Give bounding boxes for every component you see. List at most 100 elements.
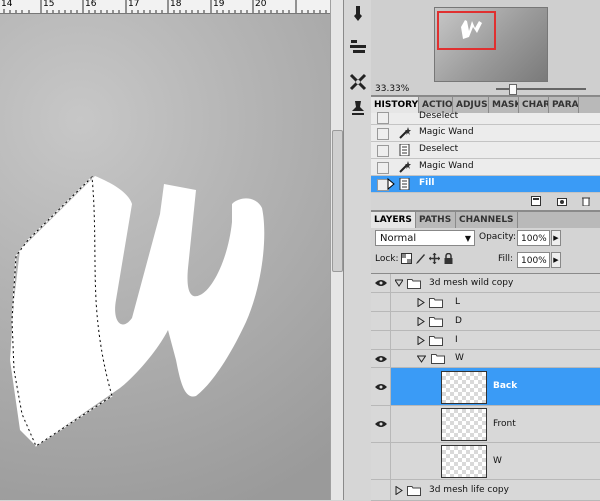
visibility-toggle[interactable] [371, 480, 391, 500]
folder-icon [429, 297, 443, 311]
folder-icon [429, 316, 443, 330]
right-panels: 33.33% HISTORY ACTIO ADJUS MASK CHAR PAR… [371, 0, 600, 501]
expand-triangle-right-icon[interactable] [395, 485, 403, 498]
navigator-panel: 33.33% [371, 0, 600, 96]
history-item-label: Deselect [419, 144, 459, 154]
history-source-checkbox[interactable] [377, 145, 389, 157]
layer-thumbnail [441, 408, 487, 441]
scrollbar-thumb[interactable] [332, 130, 343, 272]
history-state-pointer-icon [387, 177, 395, 191]
zoom-slider-knob[interactable] [509, 84, 517, 95]
layer-group-row[interactable]: 3d mesh life copy [371, 480, 600, 501]
layer-group-row[interactable]: D [371, 312, 600, 331]
folder-icon [407, 485, 421, 499]
layer-thumbnail [441, 445, 487, 478]
history-item-label: Magic Wand [419, 161, 474, 171]
layer-name: L [455, 297, 461, 307]
canvas-artwork [10, 175, 265, 447]
trash-icon[interactable] [581, 196, 591, 207]
chevron-down-icon: ▼ [464, 234, 471, 243]
visibility-toggle[interactable] [371, 331, 391, 349]
layer-name: 3d mesh life copy [429, 485, 509, 495]
tab-layers[interactable]: LAYERS [371, 212, 416, 228]
expand-triangle-down-icon[interactable] [416, 355, 427, 366]
blend-mode-value: Normal [380, 233, 417, 244]
layer-name: 3d mesh wild copy [429, 278, 514, 288]
ruler-label: 16 [85, 0, 97, 9]
document-canvas[interactable]: 14 15 16 17 18 19 20 [0, 0, 330, 500]
history-source-checkbox[interactable] [377, 128, 389, 140]
visibility-toggle[interactable] [371, 443, 391, 479]
layers-tabstrip: LAYERS PATHS CHANNELS [371, 211, 600, 229]
snapshot-camera-icon[interactable] [557, 196, 567, 206]
layer-group-row[interactable]: W [371, 350, 600, 368]
brush-preset-icon[interactable] [348, 4, 368, 24]
eye-icon[interactable] [371, 368, 391, 405]
fill-slider-arrow-icon[interactable]: ▶ [551, 252, 561, 268]
blend-mode-select[interactable]: Normal ▼ [375, 230, 475, 246]
navigator-thumbnail[interactable] [434, 7, 548, 82]
layer-row[interactable]: Front [371, 406, 600, 443]
ruler-label: 15 [43, 0, 55, 9]
new-document-from-state-icon[interactable] [531, 196, 541, 206]
eye-icon[interactable] [371, 406, 391, 442]
tab-paths[interactable]: PATHS [416, 212, 456, 228]
expand-triangle-right-icon[interactable] [417, 297, 425, 310]
opacity-field[interactable]: 100% [517, 230, 550, 246]
opacity-slider-arrow-icon[interactable]: ▶ [551, 230, 561, 246]
layer-row-selected[interactable]: Back [371, 368, 600, 406]
layer-name: D [455, 316, 462, 326]
layer-group-row[interactable]: 3d mesh wild copy [371, 274, 600, 293]
visibility-toggle[interactable] [371, 293, 391, 311]
layer-row[interactable]: W [371, 443, 600, 480]
lock-image-pixels-icon[interactable] [415, 253, 426, 265]
navigator-zoom-field[interactable]: 33.33% [375, 84, 409, 94]
document-icon [397, 143, 411, 157]
history-item-label: Fill [419, 178, 435, 188]
history-source-checkbox[interactable] [377, 162, 389, 174]
lock-transparent-pixels-icon[interactable] [401, 253, 412, 265]
horizontal-ruler: 14 15 16 17 18 19 20 [0, 0, 330, 14]
history-item-selected[interactable]: Fill [371, 176, 600, 193]
folder-icon [431, 353, 445, 367]
lock-position-icon[interactable] [429, 253, 440, 265]
eye-icon[interactable] [371, 350, 391, 367]
history-item[interactable]: Magic Wand [371, 125, 600, 142]
eye-icon[interactable] [371, 274, 391, 292]
layer-thumbnail [441, 371, 487, 404]
fill-label: Fill: [498, 254, 514, 264]
layer-comps-icon[interactable] [348, 36, 368, 56]
opacity-label: Opacity: [479, 232, 516, 242]
magic-wand-icon [397, 161, 411, 173]
ruler-label: 17 [128, 0, 140, 9]
document-icon [397, 177, 411, 191]
lock-all-icon[interactable] [443, 252, 454, 265]
vertical-scrollbar[interactable] [330, 0, 343, 500]
layer-name: Back [493, 381, 518, 391]
history-source-checkbox[interactable] [377, 112, 389, 124]
history-list: Deselect Magic Wand Deselect Magic Wand … [371, 111, 600, 193]
ruler-label: 19 [213, 0, 225, 9]
layers-list: 3d mesh wild copy L D I W Back Front W 3… [371, 273, 600, 501]
navigator-view-box[interactable] [437, 11, 496, 50]
fill-field[interactable]: 100% [517, 252, 550, 268]
expand-triangle-right-icon[interactable] [417, 335, 425, 348]
history-footer [371, 193, 600, 211]
panel-icon-dock [343, 0, 372, 500]
expand-triangle-down-icon[interactable] [394, 279, 404, 290]
layer-name: W [493, 456, 502, 466]
layer-name: Front [493, 419, 516, 429]
layers-controls: Normal ▼ Opacity: 100% ▶ Lock: Fill: 100… [371, 228, 600, 273]
expand-triangle-right-icon[interactable] [417, 316, 425, 329]
layer-group-row[interactable]: L [371, 293, 600, 312]
tab-channels[interactable]: CHANNELS [456, 212, 518, 228]
history-item[interactable]: Magic Wand [371, 159, 600, 176]
visibility-toggle[interactable] [371, 312, 391, 330]
layer-name: W [455, 353, 464, 363]
history-item[interactable]: Deselect [371, 111, 600, 125]
layer-group-row[interactable]: I [371, 331, 600, 350]
tool-presets-icon[interactable] [348, 72, 368, 92]
history-item[interactable]: Deselect [371, 142, 600, 159]
clone-source-icon[interactable] [348, 98, 368, 118]
layer-name: I [455, 335, 458, 345]
